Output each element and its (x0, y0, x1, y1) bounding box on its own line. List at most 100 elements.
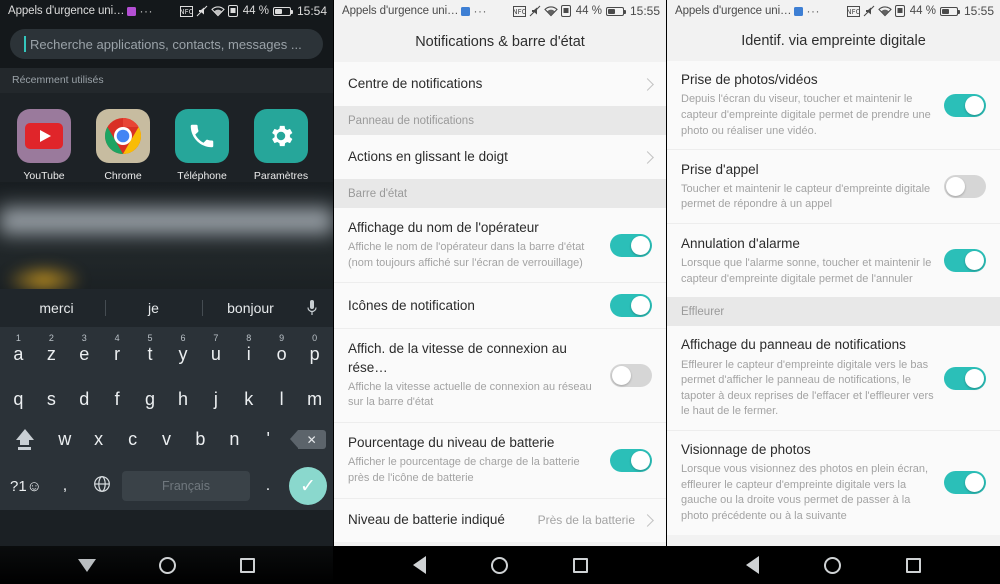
toggle-switch[interactable] (944, 249, 986, 273)
keyboard-row-2: q s d f g h j k l m (0, 372, 333, 417)
globe-icon[interactable] (84, 475, 120, 498)
key-m[interactable]: m (298, 389, 331, 417)
home-icon[interactable] (490, 556, 508, 574)
suggestion-item[interactable]: merci (8, 300, 105, 316)
settings-row-niveau-batterie-indique[interactable]: Niveau de batterie indiqué Près de la ba… (334, 497, 666, 542)
space-key[interactable]: Français (122, 471, 250, 501)
key-a[interactable]: 1a (2, 333, 35, 372)
chevron-right-icon (641, 150, 654, 164)
key-p[interactable]: 0p (298, 333, 331, 372)
toggle-switch[interactable] (944, 471, 986, 495)
toggle-switch[interactable] (610, 448, 652, 472)
section-header-panneau: Panneau de notifications (334, 106, 666, 135)
suggestion-item[interactable]: bonjour (202, 300, 299, 316)
symbols-key[interactable]: ?1☺ (6, 478, 46, 495)
app-item-parametres[interactable]: Paramètres (251, 109, 311, 182)
key-j[interactable]: j (199, 389, 232, 417)
sim-icon (894, 5, 905, 17)
status-overflow-dots: ··· (139, 4, 153, 18)
status-clock: 15:55 (963, 4, 994, 18)
key-u[interactable]: 7u (199, 333, 232, 372)
row-title: Affich. de la vitesse de connexion au ré… (348, 341, 567, 375)
app-item-telephone[interactable]: Téléphone (172, 109, 232, 182)
toggle-switch[interactable] (944, 366, 986, 390)
key-f[interactable]: f (101, 389, 134, 417)
wifi-icon (877, 5, 892, 17)
page-title: Notifications & barre d'état (334, 22, 666, 62)
status-carrier-label: Appels d'urgence uni… (675, 5, 792, 17)
row-title: Icônes de notification (348, 297, 475, 313)
key-z[interactable]: 2z (35, 333, 68, 372)
key-o[interactable]: 9o (265, 333, 298, 372)
backspace-key-icon[interactable]: ✕ (285, 430, 331, 449)
key-w[interactable]: w (48, 429, 82, 450)
settings-row-prise-appel[interactable]: Prise d'appel Toucher et maintenir le ca… (667, 149, 1000, 224)
settings-row-visionnage-photos[interactable]: Visionnage de photos Lorsque vous vision… (667, 429, 1000, 535)
row-subtitle: Toucher et maintenir le capteur d'emprei… (681, 182, 931, 211)
microphone-icon[interactable] (299, 299, 325, 317)
key-k[interactable]: k (232, 389, 265, 417)
toggle-switch[interactable] (944, 93, 986, 117)
battery-percent-label: 44 % (575, 5, 602, 17)
settings-row-vitesse-connexion[interactable]: Affich. de la vitesse de connexion au ré… (334, 328, 666, 423)
key-q[interactable]: q (2, 389, 35, 417)
key-e[interactable]: 3e (68, 333, 101, 372)
period-key[interactable]: . (252, 477, 284, 495)
key-h[interactable]: h (167, 389, 200, 417)
status-carrier-label: Appels d'urgence uni… (8, 5, 125, 17)
app-label: Chrome (104, 170, 142, 182)
search-input[interactable]: Recherche applications, contacts, messag… (10, 29, 323, 59)
back-icon[interactable] (745, 556, 759, 574)
enter-key[interactable]: ✓ (289, 467, 327, 505)
home-icon[interactable] (823, 556, 841, 574)
recents-icon[interactable] (240, 557, 256, 573)
key-b[interactable]: b (183, 429, 217, 450)
settings-row-annulation-alarme[interactable]: Annulation d'alarme Lorsque que l'alarme… (667, 223, 1000, 298)
home-icon[interactable] (159, 556, 177, 574)
battery-percent-label: 44 % (909, 5, 936, 17)
key-t[interactable]: 5t (134, 333, 167, 372)
settings-row-nom-operateur[interactable]: Affichage du nom de l'opérateur Affiche … (334, 208, 666, 283)
app-item-chrome[interactable]: Chrome (93, 109, 153, 182)
key-x[interactable]: x (82, 429, 116, 450)
row-title: Affichage du panneau de notifications (681, 337, 906, 353)
chevron-right-icon (641, 513, 654, 527)
settings-row-icones-notification[interactable]: Icônes de notification (334, 282, 666, 329)
recents-icon[interactable] (572, 557, 588, 573)
comma-key[interactable]: , (48, 477, 82, 495)
key-l[interactable]: l (265, 389, 298, 417)
key-v[interactable]: v (150, 429, 184, 450)
app-label: Téléphone (177, 170, 227, 182)
three-panel-screenshot: Appels d'urgence uni… ··· NFC 44 % 15:54 (0, 0, 1000, 584)
key-apostrophe[interactable]: ' (251, 429, 285, 450)
toggle-switch[interactable] (610, 233, 652, 257)
settings-row-pourcentage-batterie[interactable]: Pourcentage du niveau de batterie Affich… (334, 422, 666, 498)
settings-row-centre-notifications[interactable]: Centre de notifications (334, 62, 666, 106)
status-bar: Appels d'urgence uni… ··· NFC 44 % 15:55 (667, 0, 1000, 22)
status-app-icon (461, 6, 471, 16)
key-d[interactable]: d (68, 389, 101, 417)
suggestion-item[interactable]: je (105, 300, 202, 316)
app-item-youtube[interactable]: YouTube (14, 109, 74, 182)
settings-row-prise-photos-videos[interactable]: Prise de photos/vidéos Depuis l'écran du… (667, 60, 1000, 150)
key-c[interactable]: c (116, 429, 150, 450)
settings-row-affichage-panneau-notifications[interactable]: Affichage du panneau de notifications Ef… (667, 326, 1000, 430)
shift-key-icon[interactable] (2, 429, 48, 450)
key-i[interactable]: 8i (232, 333, 265, 372)
key-n[interactable]: n (217, 429, 251, 450)
toggle-switch[interactable] (944, 175, 986, 199)
youtube-icon (17, 109, 71, 163)
toggle-switch[interactable] (610, 294, 652, 318)
back-icon[interactable] (412, 556, 426, 574)
settings-row-actions-glissant[interactable]: Actions en glissant le doigt (334, 135, 666, 179)
section-header-effleurer: Effleurer (667, 297, 1000, 327)
dismiss-keyboard-icon[interactable] (77, 558, 96, 572)
status-app-icon (127, 6, 137, 16)
key-g[interactable]: g (134, 389, 167, 417)
key-s[interactable]: s (35, 389, 68, 417)
suggestion-bar: merci je bonjour (0, 289, 333, 327)
recents-icon[interactable] (906, 557, 922, 573)
key-r[interactable]: 4r (101, 333, 134, 372)
key-y[interactable]: 6y (167, 333, 200, 372)
toggle-switch[interactable] (610, 364, 652, 388)
